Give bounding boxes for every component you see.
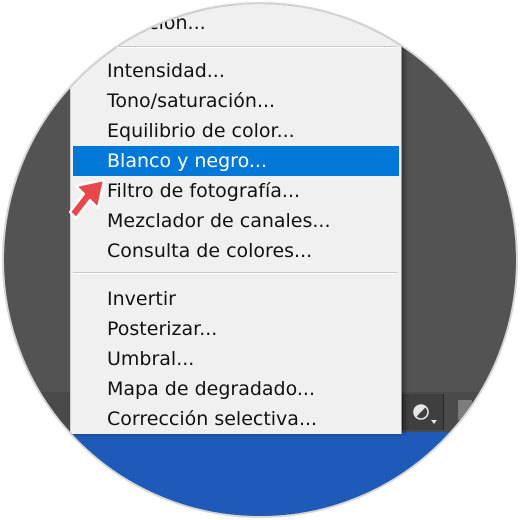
menu-item-intensidad[interactable]: Intensidad...: [71, 56, 401, 86]
menu-item-posterizar[interactable]: Posterizar...: [71, 314, 401, 344]
new-adjustment-layer-button[interactable]: [402, 394, 444, 430]
menu-item-partial-top[interactable]: …ección...: [71, 8, 401, 38]
menu-item-invertir[interactable]: Invertir: [71, 284, 401, 314]
workspace: …ección... Intensidad... Tono/saturación…: [4, 4, 516, 516]
menu-item-tono-saturacion[interactable]: Tono/saturación...: [71, 86, 401, 116]
half-circle-adjustment-icon: [413, 404, 429, 420]
menu-item-filtro-fotografia[interactable]: Filtro de fotografía...: [71, 176, 401, 206]
pointer-arrow-icon: [68, 178, 106, 220]
menu-item-blanco-negro[interactable]: Blanco y negro...: [73, 146, 399, 176]
menu-item-equilibrio-color[interactable]: Equilibrio de color...: [71, 116, 401, 146]
menu-separator: [73, 46, 397, 48]
menu-separator: [73, 272, 397, 274]
menu-item-mapa-degradado[interactable]: Mapa de degradado...: [71, 374, 401, 404]
panel-button-partial[interactable]: [458, 400, 472, 420]
chevron-down-icon: [431, 420, 437, 424]
selected-layer-row[interactable]: [4, 432, 516, 516]
menu-item-mezclador-canales[interactable]: Mezclador de canales...: [71, 206, 401, 236]
magnifier-circle: …ección... Intensidad... Tono/saturación…: [2, 2, 518, 518]
menu-item-consulta-colores[interactable]: Consulta de colores...: [71, 236, 401, 266]
menu-item-correccion-selectiva[interactable]: Corrección selectiva...: [71, 404, 401, 434]
adjustments-menu: …ección... Intensidad... Tono/saturación…: [70, 4, 402, 434]
menu-item-umbral[interactable]: Umbral...: [71, 344, 401, 374]
